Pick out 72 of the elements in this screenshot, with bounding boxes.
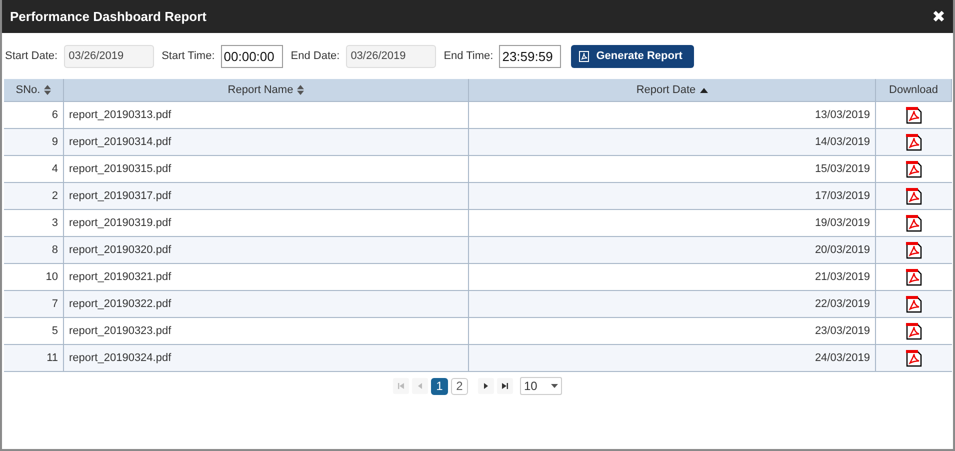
last-page-icon: [502, 383, 508, 389]
table-cell: report_20190314.pdf: [64, 129, 469, 156]
table-cell: 15/03/2019: [469, 156, 876, 183]
next-page-icon: [484, 383, 488, 389]
pdf-file-icon[interactable]: [906, 296, 922, 312]
first-page-icon: [398, 383, 404, 389]
table-cell: 7: [4, 291, 64, 318]
table-cell: 6: [4, 102, 64, 129]
column-title: SNo.: [16, 84, 40, 96]
table-cell: report_20190320.pdf: [64, 237, 469, 264]
caret-icon: [551, 384, 558, 388]
table-cell: 10: [4, 264, 64, 291]
table-cell: 17/03/2019: [469, 183, 876, 210]
pdf-file-icon[interactable]: [906, 242, 922, 258]
pdf-file-icon[interactable]: [906, 322, 922, 340]
time-field[interactable]: 23:59:59: [499, 44, 562, 68]
pdf-file-icon[interactable]: [906, 160, 922, 178]
pdf-file-icon[interactable]: [906, 188, 922, 204]
page-button[interactable]: 2: [451, 378, 468, 394]
table-cell: 3: [4, 210, 64, 237]
table-cell: 23/03/2019: [469, 318, 876, 345]
next-page-button[interactable]: [478, 378, 494, 394]
column-header[interactable]: SNo.: [4, 79, 64, 102]
field-label: Start Time:: [162, 50, 215, 62]
table-cell: report_20190321.pdf: [64, 264, 469, 291]
pdf-file-icon[interactable]: [906, 106, 922, 124]
table-cell: 24/03/2019: [469, 345, 876, 372]
column-header[interactable]: Report Date: [469, 79, 876, 102]
pdf-file-icon[interactable]: [906, 350, 922, 366]
table-cell: report_20190315.pdf: [64, 156, 469, 183]
field-label: Start Date:: [5, 50, 58, 62]
column-title: Report Name: [228, 84, 294, 96]
table-cell: 2: [4, 183, 64, 210]
field-label: End Time:: [444, 50, 494, 62]
table-cell: report_20190317.pdf: [64, 183, 469, 210]
table-cell: 4: [4, 156, 64, 183]
table-cell: 9: [4, 129, 64, 156]
table-cell: 22/03/2019: [469, 291, 876, 318]
previous-page-icon: [418, 383, 422, 389]
pdf-file-icon[interactable]: [906, 268, 922, 286]
table-cell: 8: [4, 237, 64, 264]
table-cell: report_20190322.pdf: [64, 291, 469, 318]
table-cell: report_20190319.pdf: [64, 210, 469, 237]
column-header[interactable]: Report Name: [64, 79, 469, 102]
table-cell: report_20190313.pdf: [64, 102, 469, 129]
table-cell: 5: [4, 318, 64, 345]
table-cell: 20/03/2019: [469, 237, 876, 264]
sort-icon: [44, 85, 52, 95]
page-size-select[interactable]: 10: [520, 377, 562, 395]
table-cell: 21/03/2019: [469, 264, 876, 291]
last-page-button[interactable]: [497, 378, 513, 394]
window-title: Performance Dashboard Report: [10, 9, 206, 24]
pdf-file-icon[interactable]: [906, 134, 922, 150]
table-cell: 14/03/2019: [469, 129, 876, 156]
table-cell: report_20190324.pdf: [64, 345, 469, 372]
pdf-icon: [579, 50, 590, 62]
sort-ascending-icon: [700, 88, 708, 92]
page-button[interactable]: 1: [431, 378, 448, 394]
table-cell: 19/03/2019: [469, 210, 876, 237]
field-label: End Date:: [290, 50, 340, 62]
table-cell: report_20190323.pdf: [64, 318, 469, 345]
date-field[interactable]: 03/26/2019: [346, 44, 436, 68]
table-cell: 13/03/2019: [469, 102, 876, 129]
column-title: Download: [889, 84, 938, 96]
generate-report-button[interactable]: Generate Report: [571, 44, 694, 68]
pdf-file-icon[interactable]: [906, 214, 922, 232]
column-title: Report Date: [636, 84, 696, 96]
close-button[interactable]: ✖: [932, 6, 945, 26]
table-cell: 11: [4, 345, 64, 372]
time-field[interactable]: 00:00:00: [220, 44, 283, 68]
sort-icon: [297, 85, 304, 95]
date-field[interactable]: 03/26/2019: [64, 44, 154, 68]
